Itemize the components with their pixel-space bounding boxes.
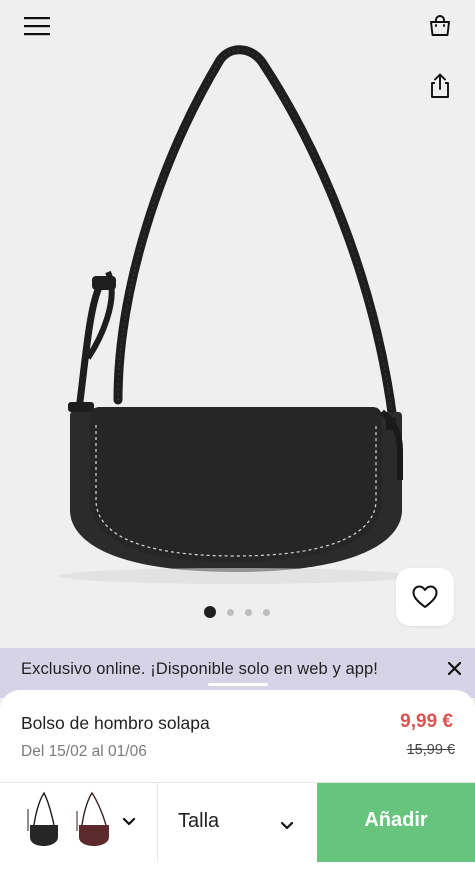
share-button[interactable] [422, 68, 458, 104]
promo-text: Exclusivo online. ¡Disponible solo en we… [21, 660, 378, 678]
color-selector[interactable] [0, 783, 158, 862]
add-to-cart-button[interactable]: Añadir [317, 783, 475, 862]
product-availability-dates: Del 15/02 al 01/06 [21, 743, 147, 760]
heart-icon [412, 585, 438, 608]
product-gallery[interactable] [0, 0, 475, 650]
chevron-down-icon [280, 821, 294, 830]
color-swatch-burgundy[interactable] [74, 789, 114, 849]
promo-close-button[interactable] [442, 656, 466, 680]
menu-button[interactable] [19, 8, 55, 44]
chevron-down-icon [122, 817, 136, 826]
size-label: Talla [178, 810, 220, 832]
size-selector[interactable]: Talla [159, 783, 316, 862]
add-to-cart-label: Añadir [364, 809, 428, 831]
product-price: 9,99 € [400, 711, 453, 732]
share-icon [431, 73, 449, 98]
product-name: Bolso de hombro solapa [21, 713, 210, 733]
product-image [60, 45, 410, 584]
sheet-drag-handle[interactable] [208, 683, 268, 686]
close-icon [447, 661, 461, 675]
color-swatch-black[interactable] [24, 789, 64, 849]
favorite-button[interactable] [396, 568, 454, 626]
pagination-dot-active[interactable] [204, 606, 216, 618]
purchase-actions: Talla Añadir [0, 783, 475, 862]
pagination-dot[interactable] [227, 608, 234, 616]
product-old-price: 15,99 € [406, 742, 455, 758]
gallery-pagination [204, 606, 270, 618]
shopping-bag-button[interactable] [422, 8, 458, 44]
bottom-safe-area [0, 862, 475, 879]
hamburger-menu-icon [24, 17, 50, 36]
pagination-dot[interactable] [245, 608, 252, 616]
shopping-bag-icon [430, 15, 450, 36]
pagination-dot[interactable] [263, 608, 270, 616]
